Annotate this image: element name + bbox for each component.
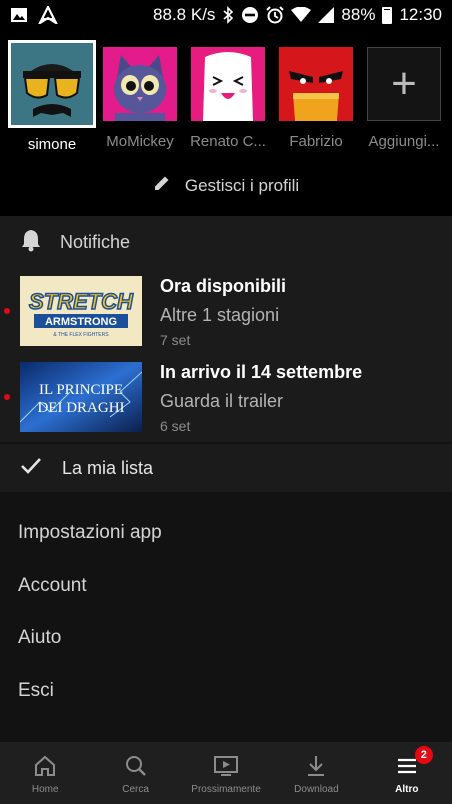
image-icon — [10, 6, 28, 24]
signal-icon — [318, 7, 335, 23]
avatar — [103, 47, 177, 121]
profile-name: Fabrizio — [289, 133, 343, 150]
notifications-title: Notifiche — [60, 231, 131, 252]
search-icon — [122, 752, 150, 780]
menu-icon: 2 — [393, 745, 433, 780]
notification-badge: 2 — [414, 745, 433, 764]
add-profile-button[interactable]: + Aggiungi... — [360, 47, 448, 153]
nav-label: Download — [294, 783, 339, 795]
profile-name: Renato C... — [190, 133, 266, 150]
notification-date: 6 set — [160, 418, 191, 434]
thumb-subtitle: ARMSTRONG — [45, 316, 117, 328]
notification-item[interactable]: STRETCH ARMSTRONG & THE FLEX FIGHTERS Or… — [0, 276, 452, 350]
nav-home[interactable]: Home — [0, 742, 90, 804]
avatar — [8, 40, 96, 128]
nav-label: Cerca — [122, 783, 149, 795]
thumb-caption: & THE FLEX FIGHTERS — [53, 332, 109, 338]
profile-fabrizio[interactable]: Fabrizio — [272, 47, 360, 153]
coming-soon-icon — [212, 752, 240, 780]
profile-name: Aggiungi... — [368, 133, 440, 150]
my-list-button[interactable]: La mia lista — [0, 444, 452, 492]
notification-subtitle: Altre 1 stagioni — [160, 305, 280, 325]
nav-label: Altro — [395, 783, 419, 795]
manage-profiles-label: Gestisci i profili — [184, 175, 300, 195]
pencil-icon — [153, 174, 171, 197]
avatar — [279, 47, 353, 121]
nav-search[interactable]: Cerca — [90, 742, 180, 804]
plus-icon: + — [367, 47, 441, 121]
dnd-icon — [241, 6, 259, 24]
bluetooth-icon — [222, 6, 234, 24]
download-icon — [302, 752, 330, 780]
my-list-label: La mia lista — [62, 457, 154, 478]
menu-item-help[interactable]: Aiuto — [0, 612, 452, 665]
avatar — [191, 47, 265, 121]
notification-subtitle: Guarda il trailer — [160, 391, 284, 411]
notifications-header: Notifiche — [0, 216, 452, 268]
notification-date: 7 set — [160, 332, 191, 348]
thumb-title: STRETCH — [29, 289, 134, 314]
profile-momickey[interactable]: MoMickey — [96, 47, 184, 153]
menu-item-sign-out[interactable]: Esci — [0, 665, 452, 718]
nav-download[interactable]: Download — [271, 742, 361, 804]
profile-name: MoMickey — [106, 133, 174, 150]
profile-simone[interactable]: simone — [8, 40, 96, 153]
notification-item[interactable]: IL PRINCIPE DEI DRAGHI In arrivo il 14 s… — [0, 362, 452, 436]
nav-more[interactable]: 2 Altro — [362, 742, 452, 804]
nav-label: Home — [31, 783, 59, 795]
battery-icon — [382, 6, 393, 24]
notifications-section: Notifiche STRETCH ARMSTRONG & THE FLEX F… — [0, 216, 452, 442]
check-icon — [20, 457, 42, 480]
clock: 12:30 — [399, 5, 442, 24]
home-icon — [31, 752, 59, 780]
alarm-icon — [266, 6, 285, 24]
bottom-navigation: Home Cerca Prossimamente Download 2 Altr… — [0, 742, 452, 804]
unread-dot — [4, 308, 10, 314]
profile-name: simone — [27, 136, 77, 153]
network-speed: 88.8 K/s — [153, 5, 216, 24]
battery-percent: 88% — [341, 5, 376, 24]
bell-icon — [20, 228, 42, 257]
notification-thumbnail: IL PRINCIPE DEI DRAGHI — [20, 362, 142, 432]
notification-title: Ora disponibili — [160, 276, 287, 296]
more-menu: Impostazioni app Account Aiuto Esci — [0, 507, 452, 717]
nav-coming-soon[interactable]: Prossimamente — [181, 742, 271, 804]
menu-item-account[interactable]: Account — [0, 560, 452, 613]
unread-dot — [4, 394, 10, 400]
profiles-section: simone MoMickey Renato C... Fabrizio + A… — [0, 30, 452, 216]
status-bar: 88.8 K/s 88% 12:30 — [0, 0, 452, 30]
notification-title: In arrivo il 14 settembre — [160, 362, 363, 382]
thumb-subtitle: DEI DRAGHI — [37, 400, 124, 416]
thumb-title: IL PRINCIPE — [39, 382, 123, 398]
nav-label: Prossimamente — [191, 783, 261, 795]
menu-item-app-settings[interactable]: Impostazioni app — [0, 507, 452, 560]
profile-renato[interactable]: Renato C... — [184, 47, 272, 153]
manage-profiles-button[interactable]: Gestisci i profili — [0, 174, 452, 197]
notification-thumbnail: STRETCH ARMSTRONG & THE FLEX FIGHTERS — [20, 276, 142, 346]
wifi-icon — [291, 7, 312, 23]
navigation-icon — [38, 6, 58, 24]
